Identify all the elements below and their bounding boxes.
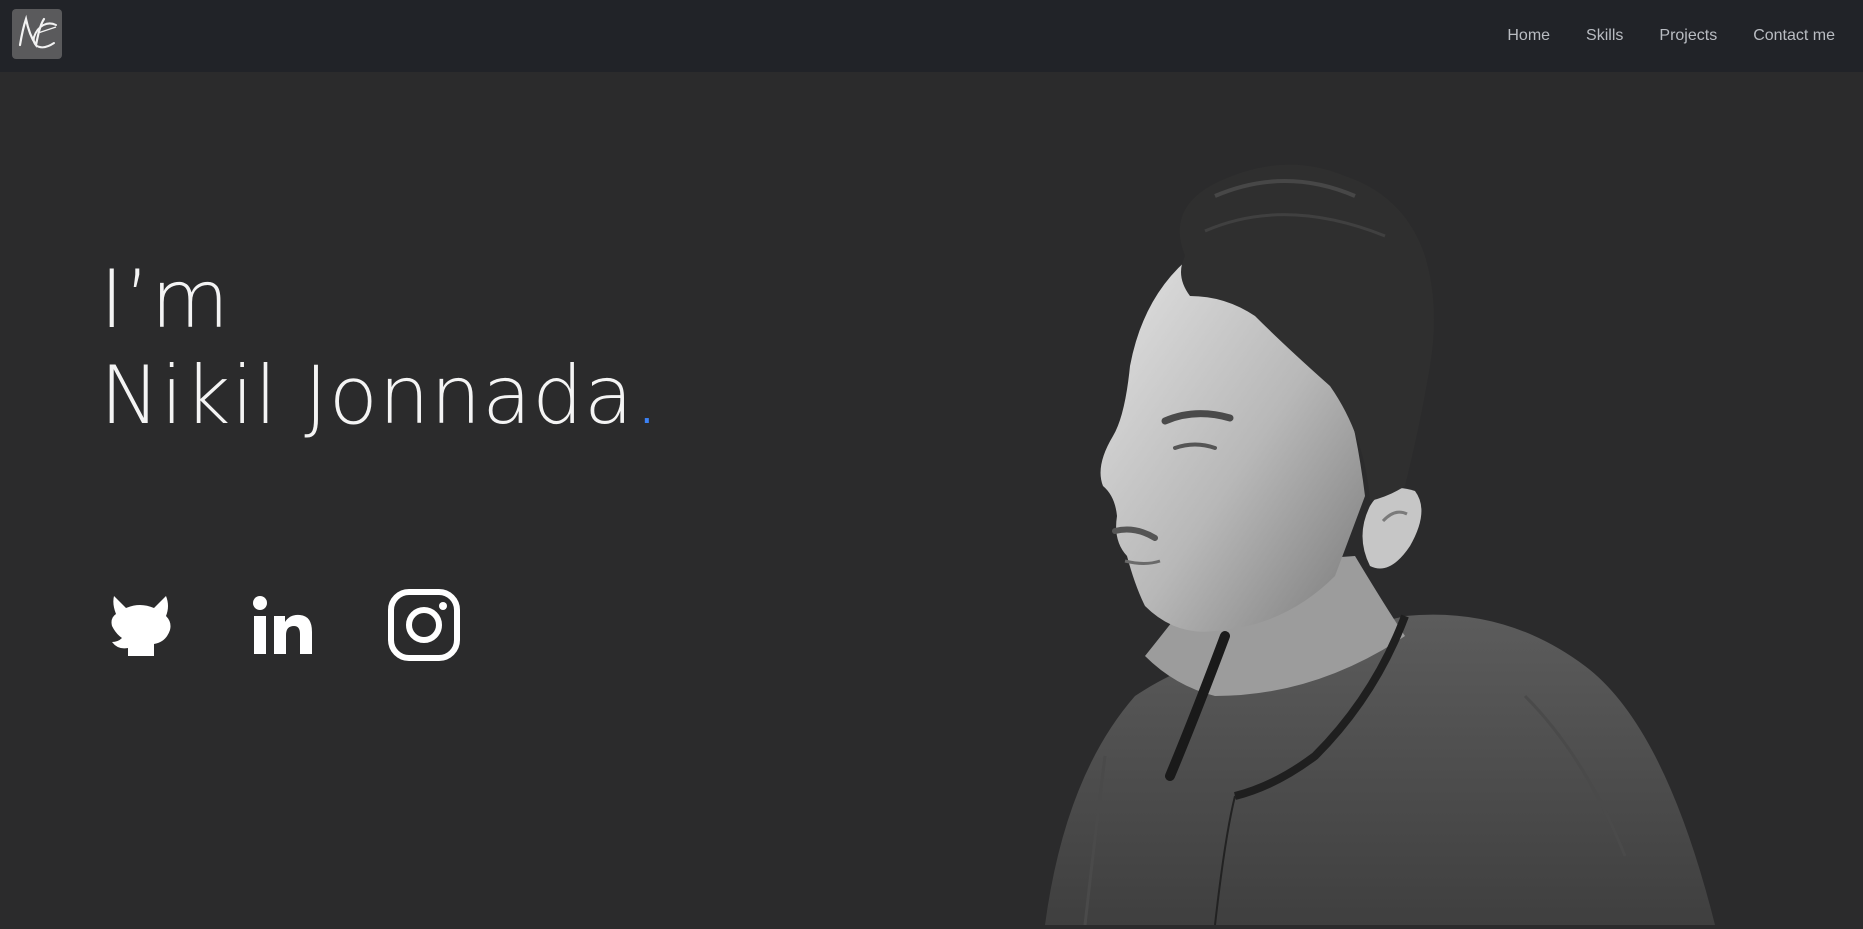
portrait-photo: [985, 136, 1745, 926]
nav-links: Home Skills Projects Contact me: [1471, 0, 1835, 72]
accent-dot: .: [634, 349, 661, 442]
github-icon[interactable]: [108, 592, 172, 658]
instagram-icon[interactable]: [386, 587, 462, 663]
nc-monogram-logo[interactable]: [12, 9, 62, 59]
social-links: [108, 587, 462, 663]
navbar: Home Skills Projects Contact me: [0, 0, 1863, 72]
nav-skills[interactable]: Skills: [1586, 27, 1623, 45]
nav-projects[interactable]: Projects: [1659, 27, 1717, 45]
nav-contact-me[interactable]: Contact me: [1753, 27, 1835, 45]
hero-heading: I’m Nikil Jonnada.: [100, 252, 661, 444]
greeting-text: I’m: [100, 253, 230, 346]
nav-home[interactable]: Home: [1507, 27, 1550, 45]
linkedin-icon[interactable]: [250, 594, 314, 656]
name-text: Nikil Jonnada: [100, 349, 635, 442]
hero-section: I’m Nikil Jonnada.: [0, 72, 1863, 926]
